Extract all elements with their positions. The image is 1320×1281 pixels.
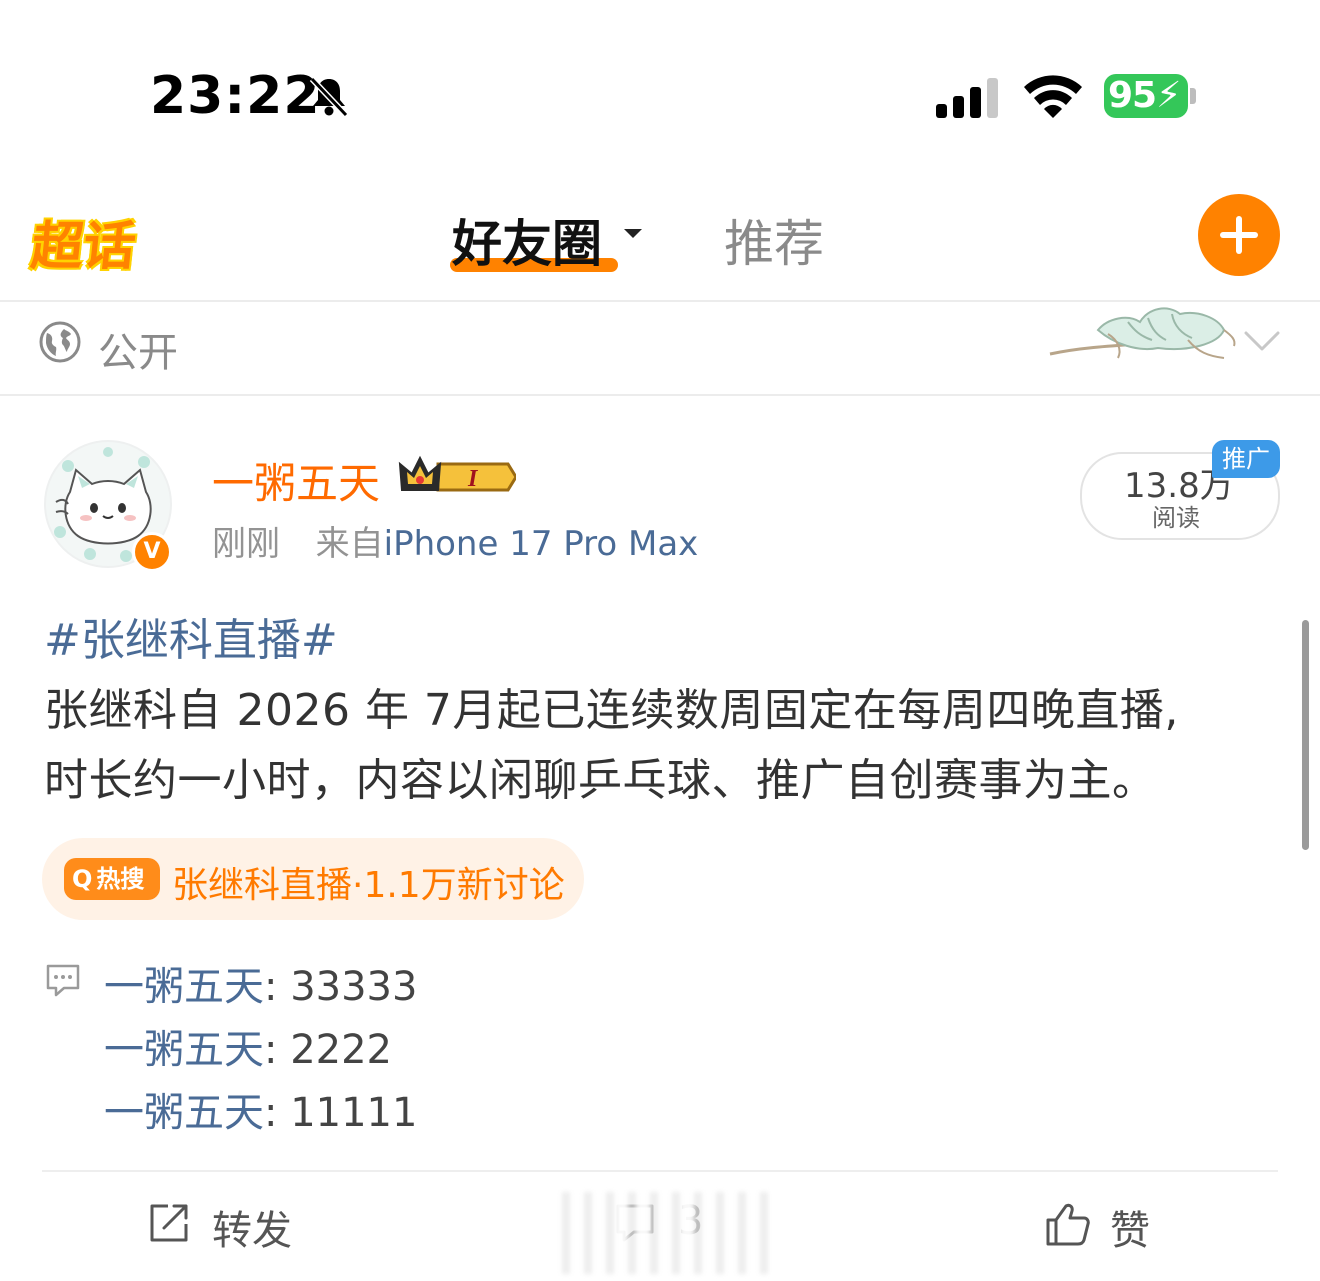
hot-search-text[interactable]: 张继科直播·1.1万新讨论 [172,856,565,908]
comment-text: : 11111 [264,1090,418,1136]
commenter-name[interactable]: 一粥五天 [104,1090,264,1136]
hot-search-badge: Q 热搜 [64,858,160,900]
repost-icon[interactable] [148,1202,190,1248]
wifi-icon [1022,72,1084,122]
silent-mode-icon [306,74,352,124]
post-body-line-1: 张继科自 2026 年 7月起已连续数周固定在每周四晚直播, [44,685,1179,736]
like-thumb-icon[interactable] [1044,1202,1090,1250]
comment-preview-item[interactable]: 一粥五天: 11111 [104,1080,417,1138]
globe-icon [38,320,82,368]
comment-text: : 33333 [264,964,418,1010]
comment-preview-icon [44,962,82,1002]
author-name[interactable]: 一粥五天 [212,450,380,511]
visibility-chevron-icon[interactable] [1244,330,1280,356]
comment-preview-item[interactable]: 一粥五天: 33333 [104,954,417,1012]
post-meta: 刚刚 来自iPhone 17 Pro Max [212,516,698,565]
svg-text:I: I [467,466,479,492]
hashtag-link[interactable]: #张继科直播# [44,604,338,668]
comment-preview-item[interactable]: 一粥五天: 2222 [104,1017,392,1075]
redaction-blur-overlay [548,1192,772,1274]
post-body-line-2: 时长约一小时，内容以闲聊乒乓球、推广自创赛事为主。 [44,755,1157,806]
tab-friends-circle[interactable]: 好友圈 [452,204,602,276]
commenter-name[interactable]: 一粥五天 [104,964,264,1010]
scrollbar[interactable] [1302,620,1309,850]
compose-plus-button[interactable] [1198,194,1280,276]
supertopic-logo[interactable]: 超话 [28,204,140,279]
action-bar-divider [42,1170,1278,1172]
member-crown-icon[interactable]: I [398,454,518,504]
source-prefix: 来自 [315,524,384,564]
search-icon: Q [72,865,93,893]
visibility-label[interactable]: 公开 [98,320,178,378]
reads-label: 阅读 [1152,504,1200,532]
cellular-signal-icon [936,76,1002,122]
repost-button[interactable]: 转发 [212,1198,292,1256]
comment-text: : 2222 [264,1027,392,1073]
battery-indicator: 95⚡ [1104,74,1188,118]
battery-tip [1190,88,1196,104]
commenter-name[interactable]: 一粥五天 [104,1027,264,1073]
post-source[interactable]: iPhone 17 Pro Max [384,524,699,564]
like-button[interactable]: 赞 [1110,1198,1150,1256]
visibility-divider [0,394,1320,396]
post-time: 刚刚 [212,524,280,564]
tab-recommended[interactable]: 推荐 [724,204,824,276]
decorative-illustration [1048,300,1238,368]
chevron-down-icon[interactable] [624,229,642,238]
status-time: 23:22 [150,66,321,126]
promote-tag[interactable]: 推广 [1212,440,1280,478]
verified-badge-icon: V [132,532,172,572]
